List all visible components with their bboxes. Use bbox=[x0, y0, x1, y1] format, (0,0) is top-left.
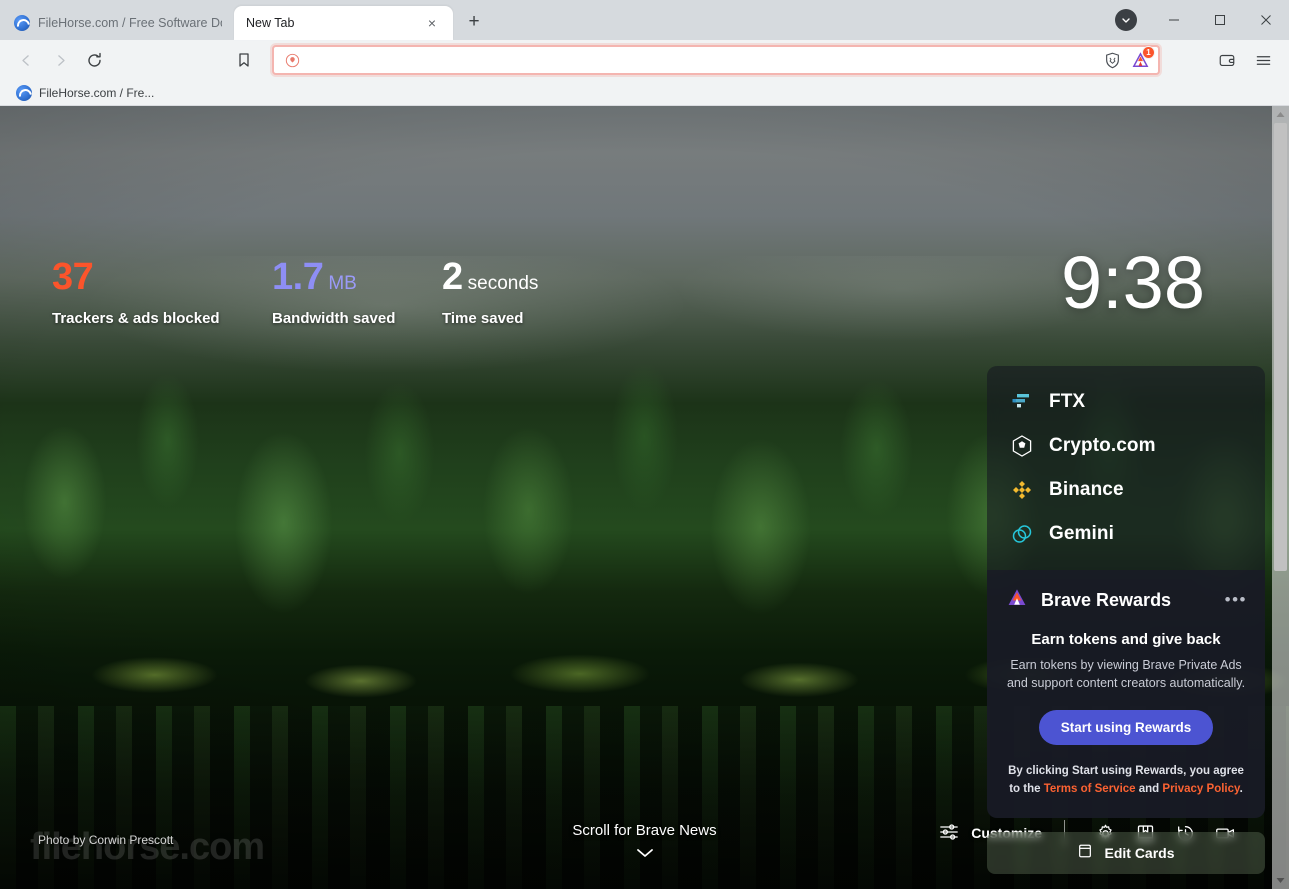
stat-trackers-blocked: 37 Trackers & ads blocked bbox=[52, 258, 272, 327]
wallet-icon[interactable] bbox=[1211, 45, 1243, 75]
brave-rewards-triangle-icon bbox=[1005, 586, 1029, 615]
edit-cards-label: Edit Cards bbox=[1104, 844, 1175, 861]
window-controls bbox=[1115, 0, 1289, 40]
rewards-description: Earn tokens by viewing Brave Private Ads… bbox=[1006, 658, 1246, 691]
binance-icon bbox=[1009, 477, 1035, 503]
crypto-item-binance[interactable]: Binance bbox=[987, 468, 1265, 512]
site-info-icon[interactable] bbox=[282, 50, 302, 70]
bookmark-label: FileHorse.com / Fre... bbox=[39, 85, 155, 100]
rewards-terms-text: By clicking Start using Rewards, you agr… bbox=[1005, 763, 1247, 798]
tab-new-tab[interactable]: New Tab × bbox=[234, 6, 453, 40]
stat-unit: MB bbox=[328, 273, 357, 294]
browser-toolbar: 1 bbox=[0, 40, 1289, 80]
stat-value: 1.7 bbox=[272, 256, 324, 298]
forward-arrow-icon[interactable] bbox=[44, 45, 76, 75]
start-using-rewards-button[interactable]: Start using Rewards bbox=[1038, 710, 1214, 746]
crypto-name: Binance bbox=[1049, 479, 1124, 500]
stat-label: Trackers & ads blocked bbox=[52, 310, 220, 327]
crypto-item-cryptocom[interactable]: Crypto.com bbox=[987, 424, 1265, 468]
bookmark-item-filehorse[interactable]: FileHorse.com / Fre... bbox=[10, 83, 160, 103]
new-tab-page: 37 Trackers & ads blocked 1.7 MB Bandwidt… bbox=[0, 106, 1289, 889]
terms-join: and bbox=[1135, 782, 1163, 795]
widget-stack: FTX Crypto.com Binance Gemini Brave Rewa… bbox=[987, 366, 1265, 874]
maximize-icon[interactable] bbox=[1197, 4, 1243, 36]
browser-window: FileHorse.com / Free Software Downlo New… bbox=[0, 0, 1289, 889]
tab-strip: FileHorse.com / Free Software Downlo New… bbox=[0, 0, 1289, 40]
filehorse-favicon bbox=[16, 84, 32, 101]
sliders-icon bbox=[939, 822, 959, 845]
tab-title: FileHorse.com / Free Software Downlo bbox=[38, 16, 222, 30]
filehorse-favicon bbox=[14, 15, 30, 31]
gemini-icon bbox=[1009, 521, 1035, 547]
privacy-stats: 37 Trackers & ads blocked 1.7 MB Bandwidt… bbox=[52, 258, 642, 327]
address-bar[interactable]: 1 bbox=[272, 45, 1160, 75]
crypto-name: FTX bbox=[1049, 391, 1086, 412]
rewards-card-header: Brave Rewards ••• bbox=[1005, 586, 1247, 615]
scroll-down-arrow-icon[interactable] bbox=[1272, 872, 1289, 889]
stat-value: 37 bbox=[52, 256, 94, 298]
crypto-widget-list: FTX Crypto.com Binance Gemini bbox=[987, 366, 1265, 570]
tab-search-chevron-down-icon[interactable] bbox=[1115, 9, 1137, 31]
crypto-name: Crypto.com bbox=[1049, 435, 1156, 456]
bookmark-flag-icon[interactable] bbox=[228, 45, 260, 75]
bookmarks-bar: FileHorse.com / Fre... bbox=[0, 80, 1289, 106]
stat-time-saved: 2 seconds Time saved bbox=[442, 258, 642, 327]
crypto-item-ftx[interactable]: FTX bbox=[987, 380, 1265, 424]
reload-icon[interactable] bbox=[78, 45, 110, 75]
stat-label: Time saved bbox=[442, 310, 524, 327]
terms-of-service-link[interactable]: Terms of Service bbox=[1044, 783, 1136, 795]
privacy-policy-link[interactable]: Privacy Policy bbox=[1162, 783, 1239, 795]
stat-label: Bandwidth saved bbox=[272, 310, 396, 327]
page-scrollbar[interactable] bbox=[1272, 106, 1289, 889]
close-icon[interactable] bbox=[1243, 4, 1289, 36]
crypto-name: Gemini bbox=[1049, 523, 1115, 544]
terms-suffix: . bbox=[1239, 782, 1243, 795]
scrollbar-thumb[interactable] bbox=[1274, 123, 1287, 571]
card-icon bbox=[1077, 843, 1093, 862]
new-tab-button[interactable]: + bbox=[459, 7, 489, 37]
stat-bandwidth-saved: 1.7 MB Bandwidth saved bbox=[272, 258, 442, 327]
toolbar-right-actions bbox=[1201, 45, 1279, 75]
ftx-icon bbox=[1009, 389, 1035, 415]
clock-widget: 9:38 bbox=[1060, 241, 1205, 324]
stat-unit: seconds bbox=[467, 273, 539, 294]
tab-filehorse[interactable]: FileHorse.com / Free Software Downlo bbox=[2, 6, 234, 40]
rewards-more-options-icon[interactable]: ••• bbox=[1225, 591, 1247, 608]
brave-shield-icon[interactable] bbox=[1102, 50, 1122, 70]
back-arrow-icon[interactable] bbox=[10, 45, 42, 75]
hamburger-menu-icon[interactable] bbox=[1247, 45, 1279, 75]
stat-value: 2 bbox=[442, 256, 463, 298]
edit-cards-button[interactable]: Edit Cards bbox=[987, 831, 1265, 874]
cryptocom-icon bbox=[1009, 433, 1035, 459]
scroll-up-arrow-icon[interactable] bbox=[1272, 106, 1289, 123]
brave-rewards-card: Brave Rewards ••• Earn tokens and give b… bbox=[987, 570, 1265, 818]
address-input[interactable] bbox=[308, 52, 1096, 68]
minimize-icon[interactable] bbox=[1151, 4, 1197, 36]
rewards-headline: Earn tokens and give back bbox=[1031, 631, 1221, 648]
close-icon[interactable]: × bbox=[423, 14, 441, 32]
rewards-title: Brave Rewards bbox=[1041, 590, 1172, 610]
crypto-item-gemini[interactable]: Gemini bbox=[987, 512, 1265, 556]
tab-title: New Tab bbox=[246, 16, 295, 30]
rewards-notification-badge: 1 bbox=[1142, 46, 1155, 59]
brave-rewards-triangle-icon[interactable]: 1 bbox=[1128, 46, 1155, 72]
